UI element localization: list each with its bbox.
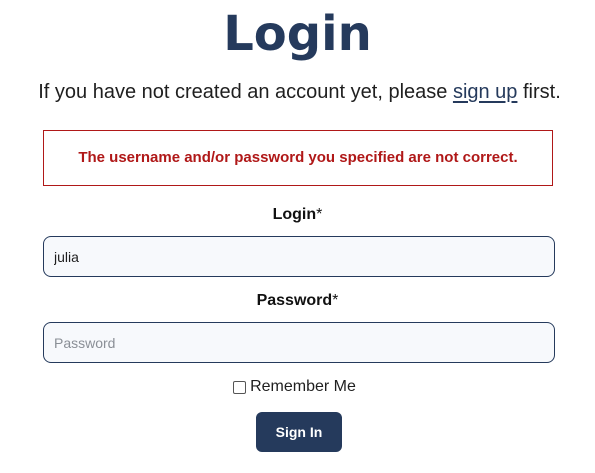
remember-me-row: Remember Me [0, 377, 595, 397]
login-input[interactable] [43, 236, 555, 277]
login-label: Login* [0, 205, 595, 225]
password-label: Password* [0, 291, 595, 311]
login-required-marker: * [316, 206, 323, 223]
error-message: The username and/or password you specifi… [78, 149, 518, 166]
signup-prompt: If you have not created an account yet, … [0, 78, 595, 106]
password-label-text: Password [256, 292, 333, 309]
password-input[interactable] [43, 322, 555, 363]
password-required-marker: * [332, 292, 339, 309]
sign-in-button[interactable]: Sign In [256, 412, 342, 452]
page-title: Login [223, 6, 372, 62]
signup-prompt-text-after: first. [517, 81, 561, 103]
remember-me-label[interactable]: Remember Me [250, 377, 356, 397]
error-alert: The username and/or password you specifi… [43, 130, 553, 186]
sign-up-link[interactable]: sign up [453, 81, 518, 103]
remember-me-checkbox[interactable] [233, 380, 247, 394]
login-label-text: Login [272, 206, 317, 223]
signup-prompt-text-before: If you have not created an account yet, … [38, 81, 453, 103]
login-page: Login If you have not created an account… [0, 0, 595, 473]
